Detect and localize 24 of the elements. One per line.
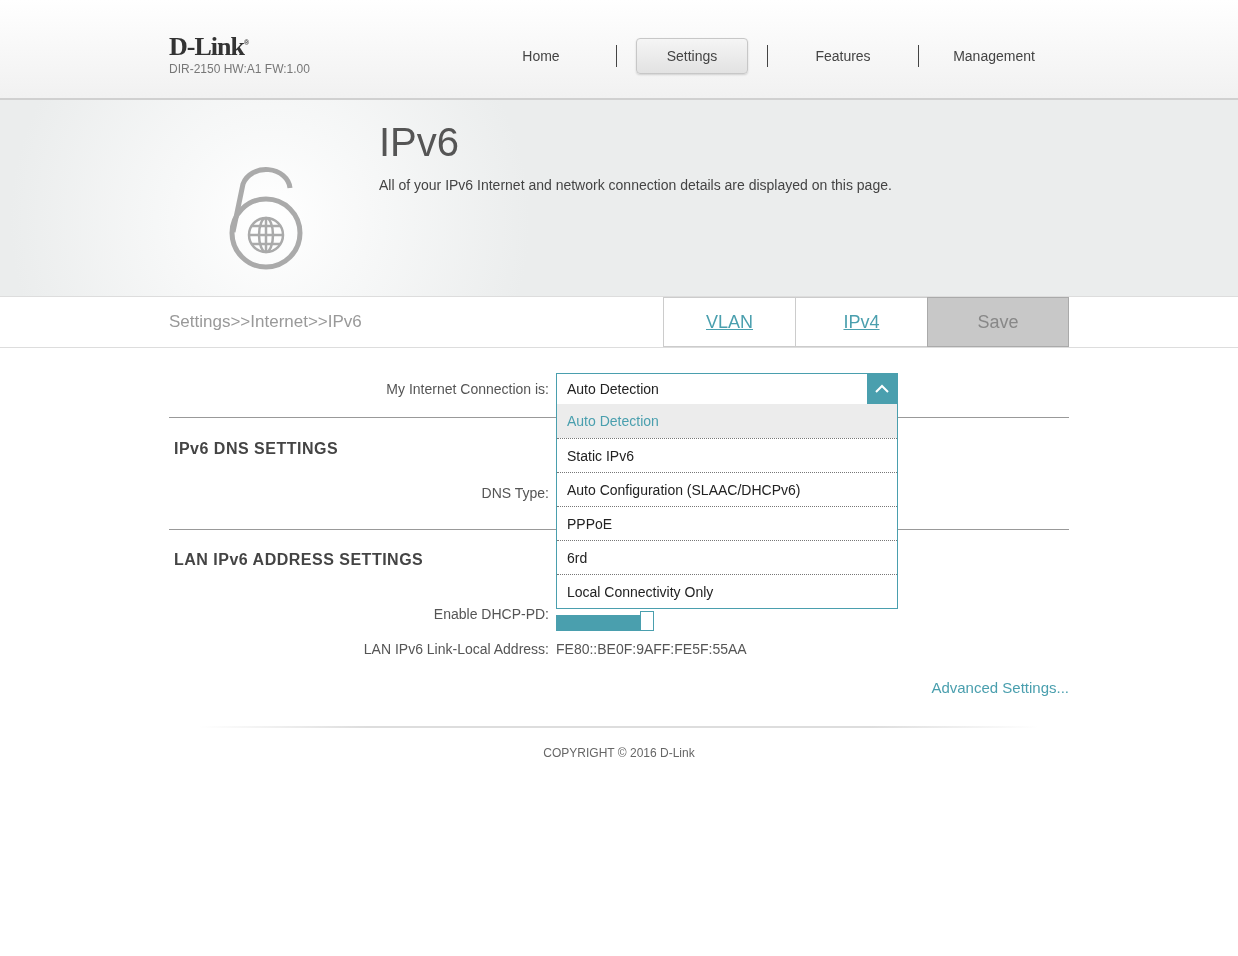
dropdown-option[interactable]: 6rd	[557, 540, 897, 574]
breadcrumb: Settings>>Internet>>IPv6	[169, 312, 363, 332]
nav-tab[interactable]: Features	[787, 37, 899, 74]
dropdown-option[interactable]: Auto Configuration (SLAAC/DHCPv6)	[557, 472, 897, 506]
field-value: FE80::BE0F:9AFF:FE5F:55AA	[556, 641, 747, 657]
page-title: IPv6	[379, 120, 461, 165]
section-title: IPv6 DNS SETTINGS	[173, 440, 339, 458]
copyright: COPYRIGHT © 2016 D-Link	[542, 746, 696, 760]
field-label: My Internet Connection is:	[385, 381, 550, 397]
dropdown-option[interactable]: Local Connectivity Only	[557, 574, 897, 608]
dropdown-option[interactable]: Static IPv6	[557, 438, 897, 472]
nav-tab[interactable]: Settings	[636, 37, 748, 74]
dropdown-option[interactable]: PPPoE	[557, 506, 897, 540]
nav-tab[interactable]: Home	[485, 37, 597, 74]
logo: D-Link$^{®}$	[169, 30, 250, 60]
caret-icon	[867, 374, 897, 404]
section-title: LAN IPv6 ADDRESS SETTINGS	[173, 551, 424, 569]
page-description: All of your IPv6 Internet and network connection details are displayed on this page.	[379, 177, 892, 193]
model-info: DIR-2150 HW:A1 FW:1.00	[169, 61, 311, 76]
field-label: DNS Type:	[480, 485, 550, 501]
field-label: Enable DHCP-PD:	[432, 606, 550, 622]
toggle-switch[interactable]	[556, 611, 656, 631]
field-label: LAN IPv6 Link-Local Address:	[362, 641, 550, 657]
nav-tab[interactable]: Management	[938, 37, 1050, 74]
